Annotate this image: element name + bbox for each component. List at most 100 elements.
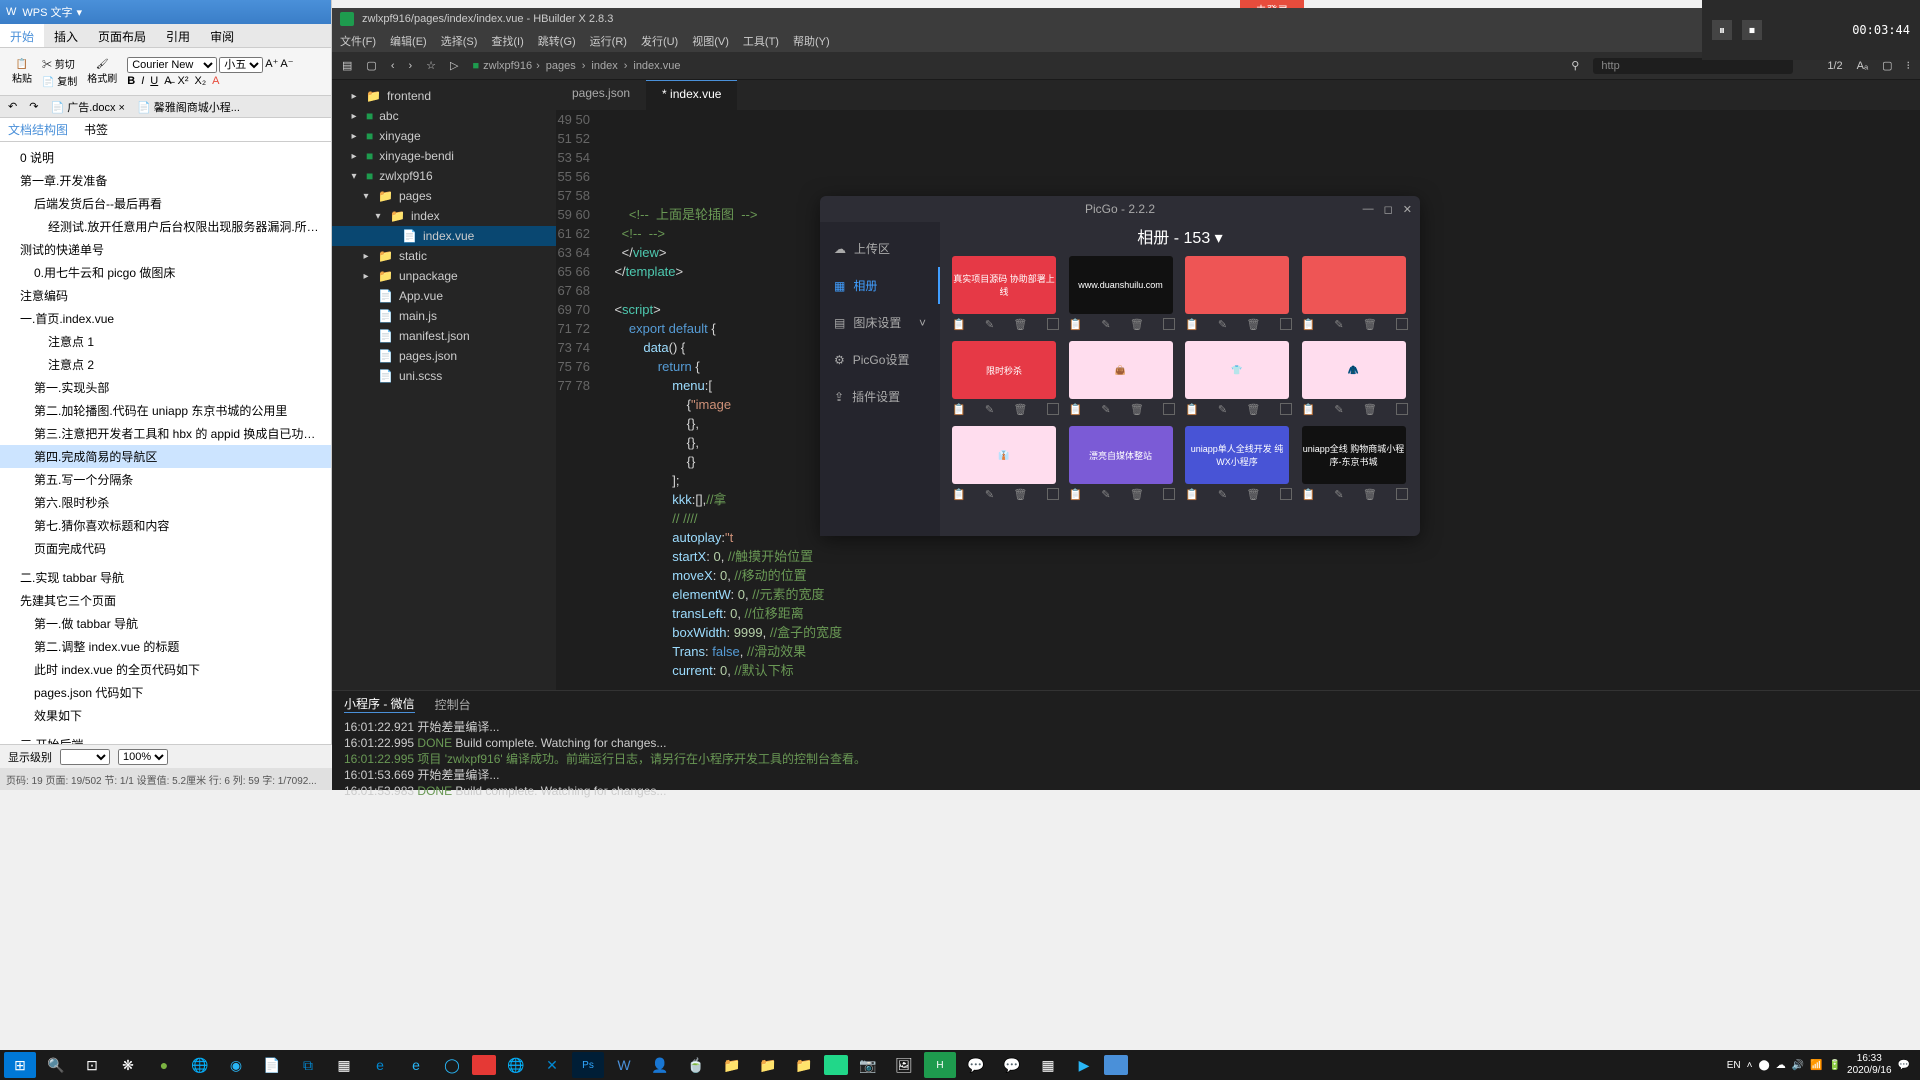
doc-tab-2[interactable]: 📄 馨雅阁商城小程... — [137, 99, 240, 115]
tree-item[interactable]: 📄 uni.scss — [332, 366, 556, 386]
redo-icon[interactable]: ↷ — [29, 100, 38, 113]
checkbox[interactable] — [1047, 318, 1059, 330]
outline-item[interactable]: pages.json 代码如下 — [0, 681, 331, 704]
tab-ref[interactable]: 引用 — [156, 24, 200, 47]
copy-icon[interactable]: 📋 — [1185, 403, 1199, 416]
tab-start[interactable]: 开始 — [0, 24, 44, 47]
tree-item[interactable]: ▸ ■ xinyage — [332, 126, 556, 146]
delete-icon[interactable]: 🗑 — [1013, 403, 1027, 416]
cut-button[interactable]: ✂ 剪切 — [42, 56, 77, 71]
dropdown-icon[interactable]: ▾ — [77, 6, 83, 19]
app-icon[interactable]: 📷 — [852, 1052, 884, 1078]
app-icon[interactable]: 🖼 — [888, 1052, 920, 1078]
preview-icon[interactable]: ▢ — [1882, 59, 1892, 72]
console-tab-main[interactable]: 控制台 — [435, 696, 471, 713]
copy-button[interactable]: 📄 复制 — [42, 73, 77, 88]
tree-item[interactable]: ▾ 📁 pages — [332, 186, 556, 206]
forward-icon[interactable]: › — [408, 60, 412, 72]
app-icon[interactable]: 📄 — [256, 1052, 288, 1078]
paste-button[interactable]: 📋粘贴 — [8, 57, 36, 87]
sidebar-toggle-icon[interactable]: ▤ — [342, 59, 352, 72]
stop-icon[interactable]: ⏹ — [1742, 20, 1762, 40]
bold-button[interactable]: B — [127, 75, 135, 87]
outline-item[interactable]: 经测试.放开任意用户后台权限出现服务器漏洞.所以后台管理.还是基... — [0, 215, 331, 238]
copy-icon[interactable]: 📋 — [1185, 488, 1199, 501]
zoom-select[interactable]: 100% — [118, 749, 168, 765]
taskview-button[interactable]: ⊡ — [76, 1052, 108, 1078]
menu-edit[interactable]: 编辑(E) — [390, 33, 427, 49]
console-tab-wx[interactable]: 小程序 - 微信 — [344, 695, 415, 713]
tab-review[interactable]: 审阅 — [200, 24, 244, 47]
outline-item[interactable]: 此时 index.vue 的全页代码如下 — [0, 658, 331, 681]
picgo-side-item[interactable]: ☁上传区 — [820, 230, 940, 267]
font-color-button[interactable]: A — [212, 75, 219, 87]
copy-icon[interactable]: 📋 — [952, 488, 966, 501]
edit-icon[interactable]: ✎ — [1334, 318, 1343, 331]
tree-item[interactable]: ▾ 📁 index — [332, 206, 556, 226]
tree-item[interactable]: ▸ 📁 static — [332, 246, 556, 266]
copy-icon[interactable]: 📋 — [1302, 488, 1316, 501]
picgo-card[interactable]: 👕📋✎🗑 — [1185, 341, 1292, 416]
outline-item[interactable]: 第七.猜你喜欢标题和内容 — [0, 514, 331, 537]
outline-item[interactable]: 二.实现 tabbar 导航 — [0, 566, 331, 589]
outline-item[interactable]: 测试的快递单号 — [0, 238, 331, 261]
outline-item[interactable]: 第三.注意把开发者工具和 hbx 的 appid 换成自已功能最多的小程序开..… — [0, 422, 331, 445]
outline-item[interactable]: 0.用七牛云和 picgo 做图床 — [0, 261, 331, 284]
back-icon[interactable]: ‹ — [391, 60, 395, 72]
app-icon[interactable]: ▦ — [1032, 1052, 1064, 1078]
edit-icon[interactable]: ✎ — [1101, 403, 1110, 416]
tab-indexvue[interactable]: * index.vue — [646, 80, 737, 110]
app-icon[interactable]: ◯ — [436, 1052, 468, 1078]
folder-icon[interactable]: 📁 — [788, 1052, 820, 1078]
checkbox[interactable] — [1396, 488, 1408, 500]
bc-file[interactable]: index.vue — [633, 60, 680, 72]
delete-icon[interactable]: 🗑 — [1013, 488, 1027, 501]
notification-icon[interactable]: 💬 — [1898, 1060, 1910, 1071]
menu-tools[interactable]: 工具(T) — [743, 33, 779, 49]
tree-item[interactable]: ▸ 📁 unpackage — [332, 266, 556, 286]
edit-icon[interactable]: ✎ — [985, 488, 994, 501]
menu-view[interactable]: 视图(V) — [692, 33, 729, 49]
chevron-down-icon[interactable]: ▾ — [1215, 230, 1223, 247]
app-icon[interactable]: ◉ — [220, 1052, 252, 1078]
pycharm-icon[interactable] — [824, 1055, 848, 1075]
outline-item[interactable]: 第二.加轮播图.代码在 uniapp 东京书城的公用里 — [0, 399, 331, 422]
undo-icon[interactable]: ↶ — [8, 100, 17, 113]
outline-item[interactable]: 效果如下 — [0, 704, 331, 727]
checkbox[interactable] — [1396, 403, 1408, 415]
app-icon[interactable]: ✕ — [536, 1052, 568, 1078]
edit-icon[interactable]: ✎ — [1218, 488, 1227, 501]
italic-button[interactable]: I — [141, 75, 144, 87]
app-icon[interactable]: 🌐 — [500, 1052, 532, 1078]
checkbox[interactable] — [1163, 488, 1175, 500]
vscode-icon[interactable]: ⧉ — [292, 1052, 324, 1078]
menu-goto[interactable]: 跳转(G) — [538, 33, 576, 49]
delete-icon[interactable]: 🗑 — [1130, 488, 1144, 501]
size-select[interactable]: 小五 — [219, 57, 263, 73]
edit-icon[interactable]: ✎ — [985, 403, 994, 416]
edit-icon[interactable]: ✎ — [1334, 488, 1343, 501]
wps-icon[interactable]: W — [608, 1052, 640, 1078]
network-icon[interactable]: 📶 — [1810, 1060, 1822, 1071]
checkbox[interactable] — [1047, 488, 1059, 500]
delete-icon[interactable]: 🗑 — [1013, 318, 1027, 331]
delete-icon[interactable]: 🗑 — [1246, 403, 1260, 416]
picgo-card[interactable]: 👜📋✎🗑 — [1069, 341, 1176, 416]
volume-icon[interactable]: 🔊 — [1792, 1060, 1804, 1071]
edge-icon[interactable]: e — [364, 1052, 396, 1078]
bc-index[interactable]: index — [591, 60, 617, 72]
menu-help[interactable]: 帮助(Y) — [793, 33, 830, 49]
edit-icon[interactable]: ✎ — [1218, 318, 1227, 331]
picgo-header[interactable]: 相册 - 153 ▾ — [952, 222, 1408, 256]
outline-item[interactable]: 注意点 1 — [0, 330, 331, 353]
delete-icon[interactable]: 🗑 — [1363, 488, 1377, 501]
chrome-icon[interactable]: 🌐 — [184, 1052, 216, 1078]
copy-icon[interactable]: 📋 — [1069, 488, 1083, 501]
close-icon[interactable]: ✕ — [1403, 203, 1412, 216]
delete-icon[interactable]: 🗑 — [1130, 318, 1144, 331]
search-icon[interactable]: ⚲ — [1571, 59, 1579, 72]
shrink-font-icon[interactable]: A⁻ — [280, 57, 293, 73]
font-select[interactable]: Courier New — [127, 57, 217, 73]
picgo-side-item[interactable]: ▤图床设置˅ — [820, 304, 940, 341]
outline-item[interactable]: 第一.做 tabbar 导航 — [0, 612, 331, 635]
